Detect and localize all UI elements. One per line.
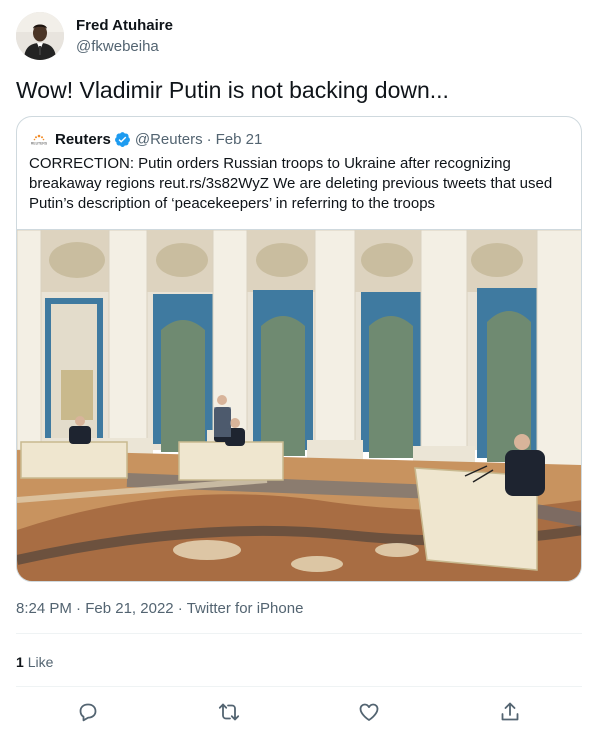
author-handle[interactable]: @fkwebeiha bbox=[76, 37, 159, 57]
quoted-tweet[interactable]: REUTERS Reuters @Reuters · Feb 21 CORREC… bbox=[16, 116, 582, 582]
reuters-logo-icon[interactable]: REUTERS bbox=[29, 129, 49, 149]
retweet-icon[interactable] bbox=[217, 700, 241, 724]
tweet-time[interactable]: 8:24 PM bbox=[16, 600, 72, 617]
separator-dot: · bbox=[206, 130, 212, 148]
quoted-text-line: CORRECTION: Putin orders Russian troops … bbox=[29, 155, 511, 172]
likes-label: Like bbox=[27, 654, 54, 670]
divider bbox=[16, 633, 582, 634]
quoted-tweet-photo[interactable] bbox=[17, 229, 581, 581]
tweet-meta: 8:24 PM · Feb 21, 2022 · Twitter for iPh… bbox=[16, 599, 303, 619]
reply-icon[interactable] bbox=[76, 700, 100, 724]
likes-count: 1 bbox=[16, 654, 24, 670]
quoted-tweet-text: CORRECTION: Putin orders Russian troops … bbox=[29, 154, 571, 214]
tweet-action-bar bbox=[16, 698, 582, 726]
tweet-date[interactable]: Feb 21, 2022 bbox=[85, 600, 173, 617]
tweet-client[interactable]: Twitter for iPhone bbox=[187, 600, 304, 617]
divider bbox=[16, 686, 582, 687]
share-icon[interactable] bbox=[498, 700, 522, 724]
like-icon[interactable] bbox=[357, 700, 381, 724]
author-avatar[interactable] bbox=[16, 12, 64, 60]
svg-text:REUTERS: REUTERS bbox=[31, 142, 48, 146]
tweet-text: Wow! Vladimir Putin is not backing down.… bbox=[16, 77, 449, 103]
separator-dot: · bbox=[177, 600, 187, 617]
quoted-date[interactable]: Feb 21 bbox=[216, 131, 263, 148]
quoted-text-line: breakaway regions reut.rs/3s82WyZ We are… bbox=[29, 175, 553, 192]
quoted-author-handle[interactable]: @Reuters bbox=[135, 131, 203, 148]
likes-stat[interactable]: 1 Like bbox=[16, 652, 53, 672]
quoted-text-line: Putin’s description of ‘peacekeepers’ in… bbox=[29, 195, 436, 212]
quoted-author-name[interactable]: Reuters bbox=[55, 131, 111, 148]
separator-dot: · bbox=[76, 600, 86, 617]
quoted-tweet-header: REUTERS Reuters @Reuters · Feb 21 bbox=[29, 129, 262, 149]
tweet-header: Fred Atuhaire @fkwebeiha bbox=[16, 12, 582, 60]
verified-badge-icon bbox=[114, 131, 131, 148]
author-name[interactable]: Fred Atuhaire bbox=[76, 16, 173, 36]
